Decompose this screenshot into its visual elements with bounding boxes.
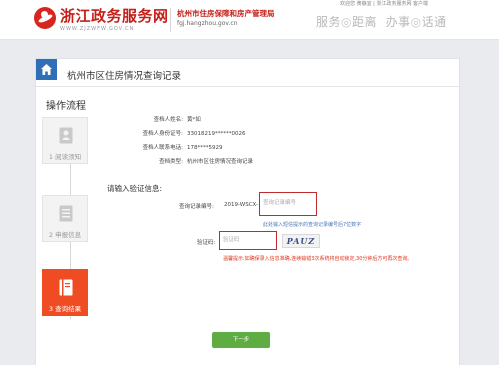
name-label: 查档人姓名:	[153, 117, 183, 123]
info-row-id: 查档人身份证号: 33018219******0026	[125, 129, 246, 137]
phone-value: 178****5929	[187, 145, 223, 151]
header-divider	[170, 8, 171, 32]
form-icon	[59, 205, 73, 222]
site-header: 浙江政务服务网 WWW.ZJZWFW.GOV.CN 杭州市住房保障和房产管理局 …	[0, 0, 499, 40]
type-label: 查档类型:	[159, 159, 183, 165]
record-number-label: 查询记录编号:	[179, 204, 214, 210]
step-2-label: 2 申报信息	[48, 231, 82, 239]
step-3-label: 3 查询结果	[48, 305, 82, 313]
slogan-part-b: 距离	[352, 15, 378, 29]
info-row-name: 查档人姓名: 黄*如	[125, 115, 201, 123]
info-row-phone: 查档人联系电话: 178****5929	[125, 143, 223, 151]
name-value: 黄*如	[187, 117, 201, 123]
step-read-notice: 1 阅读须知	[42, 117, 88, 164]
slogan-part-c: 办事	[385, 15, 411, 29]
site-title[interactable]: 浙江政务服务网	[60, 5, 169, 26]
step-submit-info: 2 申报信息	[42, 195, 88, 242]
record-number-hint: 此处输入短信提示的查询记录编号后7位数字	[263, 222, 362, 228]
book-icon	[59, 279, 73, 296]
top-user-links[interactable]: 欢迎您 黄静宜 | 浙江政务服务网 客户端	[340, 0, 428, 7]
step-1-label: 1 阅读须知	[48, 153, 82, 161]
type-value: 杭州市区住房情况查询记录	[187, 159, 254, 165]
warning-text: 温馨提示:如确保录入信息准确,连续输错3次系统将自动锁定,30分钟后方可再次查询…	[223, 256, 413, 262]
panel-header: 杭州市区住房情况查询记录	[36, 59, 459, 87]
captcha-image[interactable]: PAUZ	[282, 234, 320, 248]
bureau-name[interactable]: 杭州市住房保障和房产管理局	[177, 8, 275, 19]
query-panel: 杭州市区住房情况查询记录 操作流程 1 阅读须知 2 申报信息 3 查询结果 查	[35, 58, 460, 365]
person-card-icon	[59, 127, 73, 144]
captcha-input[interactable]: 验证码	[219, 231, 277, 250]
phone-label: 查档人联系电话:	[142, 145, 183, 151]
verify-section-title: 请输入验证信息:	[107, 184, 163, 193]
id-value: 33018219******0026	[187, 131, 246, 137]
home-icon	[41, 64, 52, 75]
zhejiang-emblem-icon	[34, 7, 56, 29]
page-title: 杭州市区住房情况查询记录	[67, 71, 182, 82]
slogan-part-d: 话通	[421, 15, 447, 29]
header-slogan: 服务◎距离 办事◎话通	[316, 15, 447, 29]
info-row-type: 查档类型: 杭州市区住房情况查询记录	[125, 157, 253, 165]
slogan-part-a: 服务	[316, 15, 342, 29]
site-url: WWW.ZJZWFW.GOV.CN	[60, 26, 135, 32]
flow-title: 操作流程	[46, 101, 86, 112]
next-step-button[interactable]: 下一步	[212, 332, 270, 348]
id-label: 查档人身份证号:	[142, 131, 183, 137]
captcha-label: 验证码:	[197, 240, 216, 246]
step-query-result: 3 查询结果	[42, 269, 88, 316]
record-number-input[interactable]: 查询记录编号	[259, 192, 317, 216]
record-number-prefix: 2019-WSCX-	[224, 202, 259, 208]
bureau-url: fgj.hangzhou.gov.cn	[177, 20, 238, 27]
home-button[interactable]	[36, 59, 57, 80]
